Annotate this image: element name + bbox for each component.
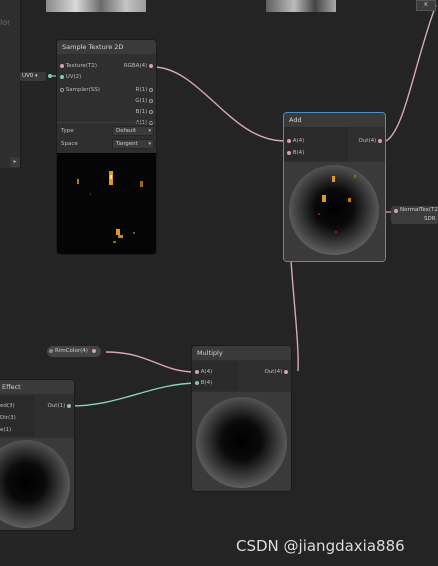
multiply-input-a[interactable]: A(4) xyxy=(195,368,212,376)
add-input-a[interactable]: A(4) xyxy=(287,137,304,145)
rim-color-left-dot xyxy=(49,349,53,353)
effect-output-port[interactable] xyxy=(67,403,71,408)
add-node[interactable]: Add A(4) B(4) Out(4) xyxy=(284,113,385,261)
effect-input-3[interactable]: e(1) xyxy=(0,426,11,434)
space-dropdown[interactable]: Tangent ▾ xyxy=(112,139,154,149)
top-right-button-label: K xyxy=(424,2,428,8)
multiply-output-port[interactable] xyxy=(284,369,288,374)
edge-rgba-to-add-a xyxy=(152,66,284,142)
g-output-port[interactable] xyxy=(149,98,153,103)
multiply-output-label: Out(4) xyxy=(264,369,283,375)
effect-output-label: Out(1) xyxy=(47,403,66,409)
texture-preview xyxy=(57,153,156,254)
add-output-label: Out(4) xyxy=(358,138,377,144)
rgba-output[interactable]: RGBA(4) xyxy=(124,62,153,70)
sampler-input-port[interactable] xyxy=(60,87,64,92)
texture-input-label: Texture(T2) xyxy=(65,63,98,69)
sample-texture-node[interactable]: Sample Texture 2D Texture(T2) UV(2) Samp… xyxy=(57,40,156,254)
multiply-preview xyxy=(192,392,291,491)
chevron-down-icon: ▾ xyxy=(35,73,38,79)
edge-rim-to-multiply-a xyxy=(105,351,197,373)
texture-input[interactable]: Texture(T2) xyxy=(60,62,97,70)
uv-input[interactable]: UV(2) xyxy=(60,73,81,81)
left-panel-scroll-arrow[interactable]: ▸ xyxy=(10,157,20,167)
rgba-output-port[interactable] xyxy=(149,63,153,68)
uv-input-port[interactable] xyxy=(60,74,64,79)
effect-input-3-label: e(1) xyxy=(0,427,12,433)
multiply-input-b-port[interactable] xyxy=(195,380,199,385)
texture-input-port[interactable] xyxy=(60,63,64,68)
chevron-down-icon: ▾ xyxy=(148,141,151,147)
uv-value: UV0 xyxy=(22,73,34,79)
top-image-strip-right xyxy=(266,0,336,12)
multiply-input-b[interactable]: B(4) xyxy=(195,379,212,387)
chevron-down-icon: ▾ xyxy=(148,128,151,134)
effect-input-2-label: Dir(3) xyxy=(0,415,16,421)
multiply-output[interactable]: Out(4) xyxy=(264,368,288,376)
add-title: Add xyxy=(284,113,385,127)
effect-output[interactable]: Out(1) xyxy=(47,402,71,410)
add-preview-sparkles xyxy=(318,175,356,233)
multiply-node[interactable]: Multiply A(4) B(4) Out(4) xyxy=(192,346,291,491)
r-output-label: R(1) xyxy=(135,87,148,93)
r-output[interactable]: R(1) xyxy=(136,86,153,94)
rgba-output-label: RGBA(4) xyxy=(123,63,148,69)
rim-color-output-port[interactable] xyxy=(91,348,96,353)
effect-node[interactable]: Effect ed(3) Dir(3) e(1) Out(1) xyxy=(0,380,74,530)
sampler-input[interactable]: Sampler(SS) xyxy=(60,86,100,94)
normal-tex-label: NormalTex(T2 xyxy=(400,207,438,213)
b-output-port[interactable] xyxy=(149,109,153,114)
texture-preview-image xyxy=(77,171,143,243)
type-dropdown-value: Default xyxy=(116,128,137,134)
b-output[interactable]: B(1) xyxy=(136,108,153,116)
watermark: CSDN @jiangdaxia886 xyxy=(236,537,405,555)
left-panel: lor ▸ xyxy=(0,0,21,168)
uv-input-label: UV(2) xyxy=(65,74,82,80)
effect-preview-sphere xyxy=(0,440,70,528)
type-label: Type xyxy=(61,128,74,134)
effect-input-1[interactable]: ed(3) xyxy=(0,402,15,410)
b-output-label: B(1) xyxy=(135,109,148,115)
effect-input-2[interactable]: Dir(3) xyxy=(0,414,16,422)
add-preview xyxy=(284,162,385,261)
multiply-input-a-label: A(4) xyxy=(200,369,213,375)
sampler-input-label: Sampler(SS) xyxy=(65,87,100,93)
multiply-input-a-port[interactable] xyxy=(195,369,199,374)
multiply-title: Multiply xyxy=(192,346,291,360)
add-input-a-port[interactable] xyxy=(287,138,291,143)
add-input-b-label: B(4) xyxy=(292,150,305,156)
edge-effect-to-multiply-b xyxy=(69,382,197,407)
g-output-label: G(1) xyxy=(135,98,148,104)
normal-tex-sublabel: SDR xyxy=(424,216,436,222)
sample-texture-separator xyxy=(57,122,156,123)
normal-tex-property[interactable]: NormalTex(T2 SDR xyxy=(391,206,438,224)
top-image-strip-left xyxy=(46,0,146,12)
add-input-b[interactable]: B(4) xyxy=(287,149,304,157)
add-input-a-label: A(4) xyxy=(292,138,305,144)
left-panel-label: lor xyxy=(0,18,11,27)
multiply-input-b-label: B(4) xyxy=(200,380,213,386)
effect-title: Effect xyxy=(0,380,74,394)
add-output[interactable]: Out(4) xyxy=(358,137,382,145)
space-dropdown-value: Tangent xyxy=(116,141,138,147)
add-input-b-port[interactable] xyxy=(287,150,291,155)
effect-input-1-label: ed(3) xyxy=(0,403,15,409)
edge-add-to-top xyxy=(385,4,437,142)
rim-color-property[interactable]: RimColor(4) xyxy=(47,346,101,357)
sample-texture-title: Sample Texture 2D xyxy=(57,40,156,54)
multiply-preview-sphere xyxy=(196,397,287,488)
effect-preview xyxy=(0,438,74,530)
normal-tex-port[interactable] xyxy=(394,209,398,213)
uv-output-port[interactable] xyxy=(48,74,52,78)
add-output-port[interactable] xyxy=(378,138,382,143)
top-right-button[interactable]: K xyxy=(416,0,436,11)
g-output[interactable]: G(1) xyxy=(135,97,153,105)
uv-input-field[interactable]: UV0 ▾ xyxy=(20,72,46,81)
type-dropdown[interactable]: Default ▾ xyxy=(112,126,154,136)
r-output-port[interactable] xyxy=(149,87,153,92)
space-label: Space xyxy=(61,141,78,147)
rim-color-label: RimColor(4) xyxy=(55,348,88,354)
